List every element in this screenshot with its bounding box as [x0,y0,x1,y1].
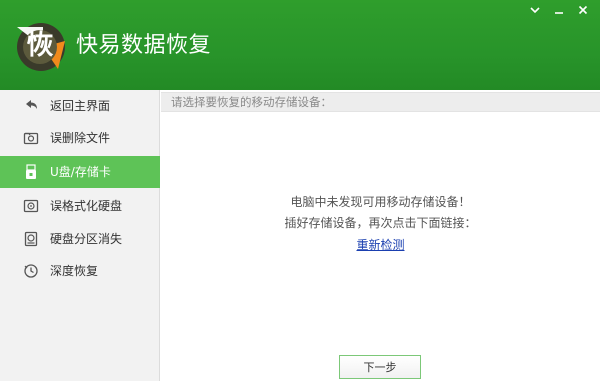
prompt-bar: 请选择要恢复的移动存储设备： [161,92,600,112]
disk-partition-icon [23,231,39,247]
minimize-icon [530,7,540,14]
deep-scan-icon [23,263,39,279]
main-panel: 请选择要恢复的移动存储设备： 电脑中未发现可用移动存储设备！ 插好存储设备，再次… [161,90,600,381]
sidebar-item-label: 误格式化硬盘 [50,199,123,213]
logo-character: 恢 [26,30,54,61]
sidebar-item-deep-recovery[interactable]: 深度恢复 [0,255,160,287]
restore-icon [555,12,563,14]
sidebar-item-label: 深度恢复 [50,264,99,278]
insert-device-instruction: 插好存储设备，再次点击下面链接： [284,216,477,230]
sidebar-item-label: 硬盘分区消失 [50,232,123,246]
sidebar-item-label: U盘/存储卡 [50,165,111,179]
sidebar-item-deleted-files[interactable]: 误删除文件 [0,122,160,154]
sidebar: 返回主界面 误删除文件 U盘/存储卡 误格式化硬盘 硬盘分区消失 深度恢复 [0,90,160,381]
close-button[interactable] [574,2,592,18]
sidebar-item-label: 误删除文件 [50,131,111,145]
app-title: 快易数据恢复 [76,33,212,58]
minimize-window-button[interactable] [550,2,568,18]
next-button[interactable]: 下一步 [339,355,421,379]
sidebar-item-usb-card[interactable]: U盘/存储卡 [0,156,160,188]
usb-drive-icon [23,164,39,180]
no-device-message: 电脑中未发现可用移动存储设备！ [290,195,471,209]
sidebar-item-label: 返回主界面 [50,99,111,113]
back-arrow-icon [23,98,39,114]
rescan-link[interactable]: 重新检测 [161,236,600,253]
hard-disk-icon [23,198,39,214]
minimize-button[interactable] [526,2,544,18]
sidebar-item-lost-partition[interactable]: 硬盘分区消失 [0,223,160,255]
app-header: 恢 快易数据恢复 [0,0,600,90]
folder-icon [23,130,39,146]
window-controls [526,2,592,18]
sidebar-item-formatted-disk[interactable]: 误格式化硬盘 [0,190,160,222]
sidebar-item-back-home[interactable]: 返回主界面 [0,90,160,122]
close-icon [578,5,588,15]
select-device-prompt: 请选择要恢复的移动存储设备： [171,95,332,109]
app-logo: 恢 [10,17,68,75]
app-window: 恢 快易数据恢复 返回主界面 误删除文件 U盘/存储卡 误格式化硬盘 硬盘分区消… [0,0,600,381]
